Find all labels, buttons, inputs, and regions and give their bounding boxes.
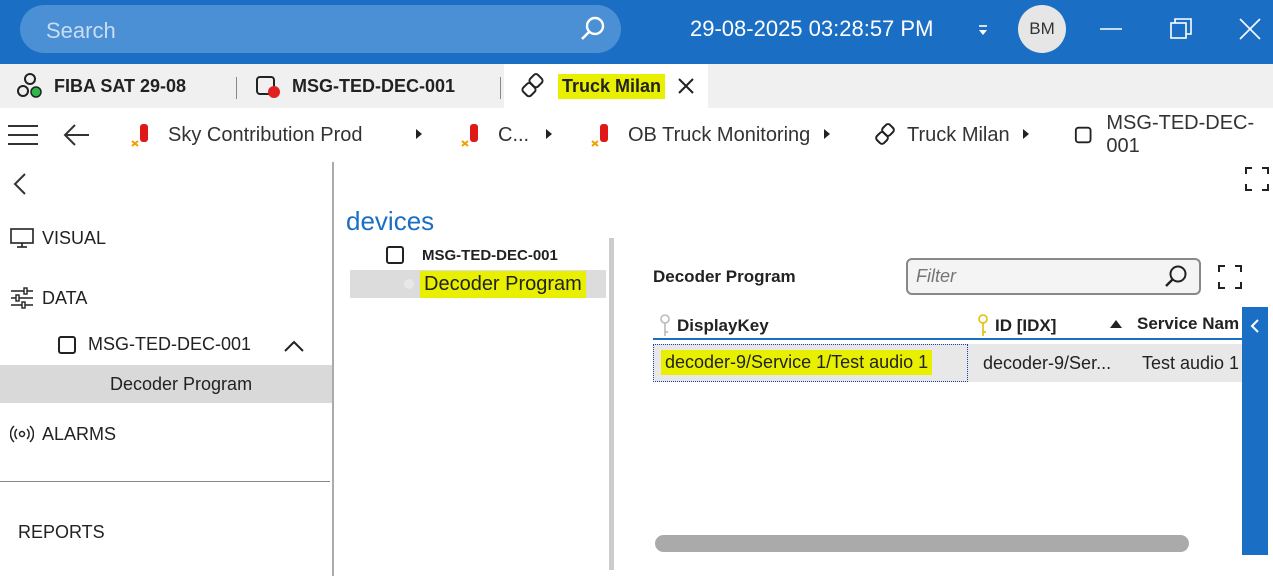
- tab-bar: FIBA SAT 29-08 MSG-TED-DEC-001 Truck Mil…: [0, 64, 1273, 108]
- close-tab-icon[interactable]: [677, 77, 695, 95]
- element-icon: [386, 246, 404, 264]
- sliders-icon: [11, 287, 33, 309]
- tab-truck-milan[interactable]: Truck Milan: [504, 64, 708, 108]
- breadcrumb-item-c[interactable]: C...: [460, 122, 529, 148]
- column-label: Service Nam: [1137, 314, 1240, 333]
- filter-input[interactable]: [916, 264, 1156, 289]
- chevron-up-icon[interactable]: [283, 339, 305, 353]
- breadcrumb-label: Sky Contribution Prod: [168, 123, 363, 146]
- filter-box[interactable]: [906, 258, 1201, 295]
- nav-label: Decoder Program: [110, 374, 253, 394]
- breadcrumb-separator-icon[interactable]: [1022, 128, 1030, 140]
- column-header-service-name[interactable]: Service Nam: [1109, 314, 1243, 334]
- tree-label: Decoder Program: [420, 271, 586, 298]
- search-icon[interactable]: [579, 15, 607, 43]
- left-navigation: VISUAL DATA MSG-TED-DEC-001 Decoder Prog…: [0, 162, 334, 576]
- column-header-id[interactable]: ID [IDX]: [977, 314, 1056, 338]
- device-tree: MSG-TED-DEC-001 Decoder Program: [346, 238, 614, 570]
- tab-msg-ted-dec[interactable]: MSG-TED-DEC-001: [254, 64, 455, 108]
- breadcrumb: Sky Contribution Prod C... OB Truck Moni…: [0, 108, 1273, 162]
- tree-label: MSG-TED-DEC-001: [422, 246, 558, 264]
- element-alarm-icon: [256, 76, 280, 98]
- close-window-icon[interactable]: [1235, 14, 1265, 44]
- tab-label: FIBA SAT 29-08: [54, 75, 187, 96]
- view-link-icon: [521, 73, 544, 98]
- horizontal-scrollbar[interactable]: [655, 535, 1189, 552]
- panel-title: Decoder Program: [653, 267, 796, 286]
- restore-icon[interactable]: [1166, 14, 1196, 44]
- tab-divider: [236, 77, 237, 99]
- devices-heading: devices: [346, 206, 435, 236]
- nav-item-reports[interactable]: REPORTS: [18, 522, 105, 543]
- nav-divider: [0, 481, 330, 482]
- nav-item-device[interactable]: MSG-TED-DEC-001: [58, 334, 251, 355]
- nav-label: VISUAL: [42, 227, 107, 248]
- tab-label: MSG-TED-DEC-001: [292, 75, 456, 96]
- breadcrumb-label: OB Truck Monitoring: [628, 123, 811, 146]
- critical-view-icon: [461, 124, 478, 147]
- breadcrumb-item-ob-truck[interactable]: OB Truck Monitoring: [590, 122, 810, 148]
- tab-label: Truck Milan: [558, 73, 666, 99]
- breadcrumb-item-msg-ted-dec[interactable]: MSG-TED-DEC-001: [1074, 112, 1273, 157]
- cell-service-name[interactable]: Test audio 1: [1142, 353, 1242, 374]
- user-avatar[interactable]: BM: [1018, 5, 1066, 53]
- column-label: ID [IDX]: [995, 316, 1057, 335]
- column-label: DisplayKey: [677, 316, 769, 335]
- nav-item-data[interactable]: DATA: [10, 286, 87, 310]
- cell-id[interactable]: decoder-9/Ser...: [983, 353, 1118, 374]
- cell-displaykey[interactable]: decoder-9/Service 1/Test audio 1: [661, 350, 933, 375]
- collapse-chevron-icon[interactable]: [12, 172, 28, 196]
- nav-item-decoder-program[interactable]: Decoder Program: [0, 365, 332, 403]
- back-arrow-icon[interactable]: [62, 122, 90, 148]
- hamburger-menu-icon[interactable]: [8, 124, 38, 146]
- sort-dropdown-icon[interactable]: [976, 20, 990, 40]
- element-icon: [1074, 126, 1092, 144]
- status-dot-icon: [404, 279, 414, 289]
- nav-label: REPORTS: [18, 522, 105, 542]
- search-box[interactable]: Search: [20, 5, 621, 53]
- tree-item-decoder-program[interactable]: Decoder Program: [350, 270, 606, 298]
- tree-item-device[interactable]: MSG-TED-DEC-001: [386, 246, 558, 264]
- monitor-icon: [10, 228, 34, 248]
- view-link-icon: [875, 123, 895, 145]
- minimize-icon[interactable]: [1096, 14, 1126, 44]
- search-icon[interactable]: [1163, 264, 1189, 290]
- element-icon: [58, 335, 76, 354]
- element-group-icon: [17, 73, 42, 98]
- clock-display: 29-08-2025 03:28:57 PM: [690, 16, 934, 41]
- nav-label: ALARMS: [42, 423, 117, 444]
- tab-fiba-sat[interactable]: FIBA SAT 29-08: [16, 64, 186, 108]
- side-panel-toggle[interactable]: [1242, 307, 1268, 555]
- table-header: DisplayKey ID [IDX] Service Nam: [653, 308, 1243, 340]
- key-icon: [978, 314, 988, 336]
- key-icon: [660, 314, 670, 336]
- breadcrumb-label: MSG-TED-DEC-001: [1106, 112, 1255, 157]
- nav-label: MSG-TED-DEC-001: [88, 334, 252, 354]
- sort-ascending-icon: [1110, 320, 1122, 328]
- breadcrumb-separator-icon[interactable]: [823, 128, 831, 140]
- nav-item-visual[interactable]: VISUAL: [10, 226, 106, 250]
- fullscreen-icon[interactable]: [1217, 264, 1243, 290]
- fullscreen-icon[interactable]: [1244, 166, 1270, 192]
- table-row[interactable]: decoder-9/Service 1/Test audio 1 decoder…: [653, 344, 1243, 382]
- breadcrumb-item-truck-milan[interactable]: Truck Milan: [873, 122, 1010, 148]
- breadcrumb-separator-icon[interactable]: [415, 128, 423, 140]
- breadcrumb-label: Truck Milan: [907, 123, 1010, 146]
- breadcrumb-item-sky-contribution[interactable]: Sky Contribution Prod: [130, 122, 363, 148]
- chevron-left-icon: [1250, 319, 1259, 333]
- breadcrumb-label: C...: [498, 123, 530, 146]
- search-input[interactable]: Search: [46, 18, 116, 44]
- broadcast-icon: [10, 425, 34, 443]
- nav-label: DATA: [42, 287, 88, 308]
- nav-item-alarms[interactable]: ALARMS: [10, 422, 116, 446]
- tab-divider: [500, 77, 501, 99]
- critical-view-icon: [591, 124, 608, 147]
- breadcrumb-separator-icon[interactable]: [545, 128, 553, 140]
- column-header-displaykey[interactable]: DisplayKey: [659, 314, 769, 338]
- critical-view-icon: [131, 124, 148, 147]
- title-bar: Search 29-08-2025 03:28:57 PM BM: [0, 0, 1273, 64]
